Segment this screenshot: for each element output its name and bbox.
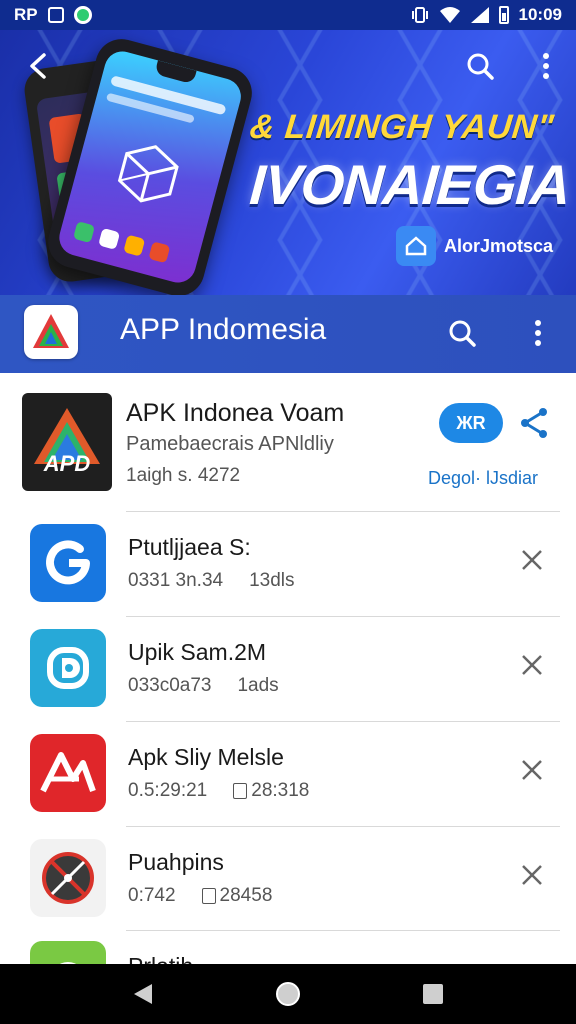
search-icon xyxy=(449,320,476,347)
battery-icon xyxy=(498,6,509,24)
navigation-bar xyxy=(0,964,576,1024)
list-item-meta-a: 0.5:29:21 xyxy=(128,780,208,801)
document-icon xyxy=(201,888,216,904)
promo-banner[interactable]: & LIMINGH YAUN" IVONAIEGIA AlorJmotsca xyxy=(0,30,576,295)
status-time: 10:09 xyxy=(518,5,562,24)
list-item-title: Puahpins xyxy=(128,849,224,875)
remove-button[interactable] xyxy=(514,752,550,788)
signal-icon xyxy=(470,7,489,23)
status-left-text: RP xyxy=(14,5,38,24)
nav-home-button[interactable] xyxy=(266,972,310,1016)
status-right: 10:09 xyxy=(411,5,562,25)
list-item-meta: 0331 3n.34 13dls xyxy=(128,570,295,592)
nav-back-button[interactable] xyxy=(121,972,165,1016)
close-icon xyxy=(522,655,542,675)
list-item-meta-a: 0331 3n.34 xyxy=(128,570,224,591)
apk-logo-icon xyxy=(33,314,69,348)
d-icon xyxy=(30,629,106,707)
list-item-title: Apk Sliy Melsle xyxy=(128,744,284,770)
list-item[interactable]: Puahpins 0:742 28458 xyxy=(0,827,576,931)
featured-app-icon-text: APD xyxy=(43,451,91,476)
remove-button[interactable] xyxy=(514,647,550,683)
install-button[interactable]: ЖR xyxy=(439,403,503,443)
status-bar: RP 10:09 xyxy=(0,0,576,30)
remove-button[interactable] xyxy=(514,542,550,578)
list-item-meta-b: 28:318 xyxy=(251,780,310,801)
featured-app[interactable]: APD APK Indonea Voam Pamebaecrais APNldl… xyxy=(0,373,576,511)
more-vert-icon xyxy=(543,53,549,79)
list-item-meta-b: 13dls xyxy=(249,570,295,591)
close-icon xyxy=(522,760,542,780)
list-item-meta-b: 28458 xyxy=(219,885,273,906)
banner-headline: & LIMINGH YAUN" xyxy=(248,108,556,146)
list-item-meta-a: 0:742 xyxy=(128,885,176,906)
notification-icon xyxy=(47,7,64,23)
square-recents-icon xyxy=(423,984,444,1004)
search-icon xyxy=(467,53,494,80)
compass-icon xyxy=(30,839,106,917)
g-icon xyxy=(30,524,106,602)
list-item[interactable]: Ptutljjaea S: 0331 3n.34 13dls xyxy=(0,512,576,616)
triangle-back-icon xyxy=(133,984,152,1004)
banner-more-button[interactable] xyxy=(530,48,562,84)
status-left: RP xyxy=(14,5,92,25)
list-item-meta: 0:742 28458 xyxy=(128,885,272,907)
share-button[interactable] xyxy=(514,403,554,443)
circle-home-icon xyxy=(275,982,300,1006)
chevron-left-icon xyxy=(30,53,46,79)
banner-search-button[interactable] xyxy=(462,48,498,84)
close-icon xyxy=(522,865,542,885)
remove-button[interactable] xyxy=(514,857,550,893)
home-icon xyxy=(396,226,436,266)
list-item[interactable]: Upik Sam.2M 033c0a73 1ads xyxy=(0,617,576,721)
nav-recents-button[interactable] xyxy=(411,972,455,1016)
document-icon xyxy=(233,783,248,799)
app-notification-icon xyxy=(73,6,92,24)
list-item-meta-b: 1ads xyxy=(237,675,279,696)
list-item-meta: 0.5:29:21 28:318 xyxy=(128,780,309,802)
more-vert-icon xyxy=(535,320,541,346)
a-icon xyxy=(30,734,106,812)
search-button[interactable] xyxy=(442,313,482,353)
app-title: APP Indomesia xyxy=(120,313,327,346)
banner-title: IVONAIEGIA xyxy=(247,153,573,216)
featured-app-subtitle: Pamebaecrais APNldliy xyxy=(126,433,334,455)
cube-icon xyxy=(117,145,179,203)
featured-app-meta: 1aigh s. 4272 xyxy=(126,465,241,486)
share-icon xyxy=(521,408,547,438)
list-item-title: Ptutljjaea S: xyxy=(128,534,251,560)
list-item-meta: 033c0a73 1ads xyxy=(128,675,279,697)
app-bar: APP Indomesia xyxy=(0,295,576,373)
back-button[interactable] xyxy=(22,50,54,82)
screen: RP 10:09 & LIMINGH YAUN" IVONAIEGIA Alor… xyxy=(0,0,576,1024)
featured-app-link[interactable]: Degol· lJsdiar xyxy=(428,468,538,489)
banner-brand-text: AlorJmotsca xyxy=(444,235,554,256)
list-item[interactable]: Apk Sliy Melsle 0.5:29:21 28:318 xyxy=(0,722,576,826)
close-icon xyxy=(522,550,542,570)
list-item-meta-a: 033c0a73 xyxy=(128,675,212,696)
vibrate-icon xyxy=(411,7,428,23)
featured-app-icon: APD xyxy=(22,393,112,491)
wifi-icon xyxy=(439,7,460,23)
banner-brand: AlorJmotsca xyxy=(396,226,553,266)
featured-app-title: APK Indonea Voam xyxy=(126,399,345,427)
more-button[interactable] xyxy=(518,313,558,353)
app-logo xyxy=(24,305,78,359)
list-item-title: Upik Sam.2M xyxy=(128,639,267,665)
